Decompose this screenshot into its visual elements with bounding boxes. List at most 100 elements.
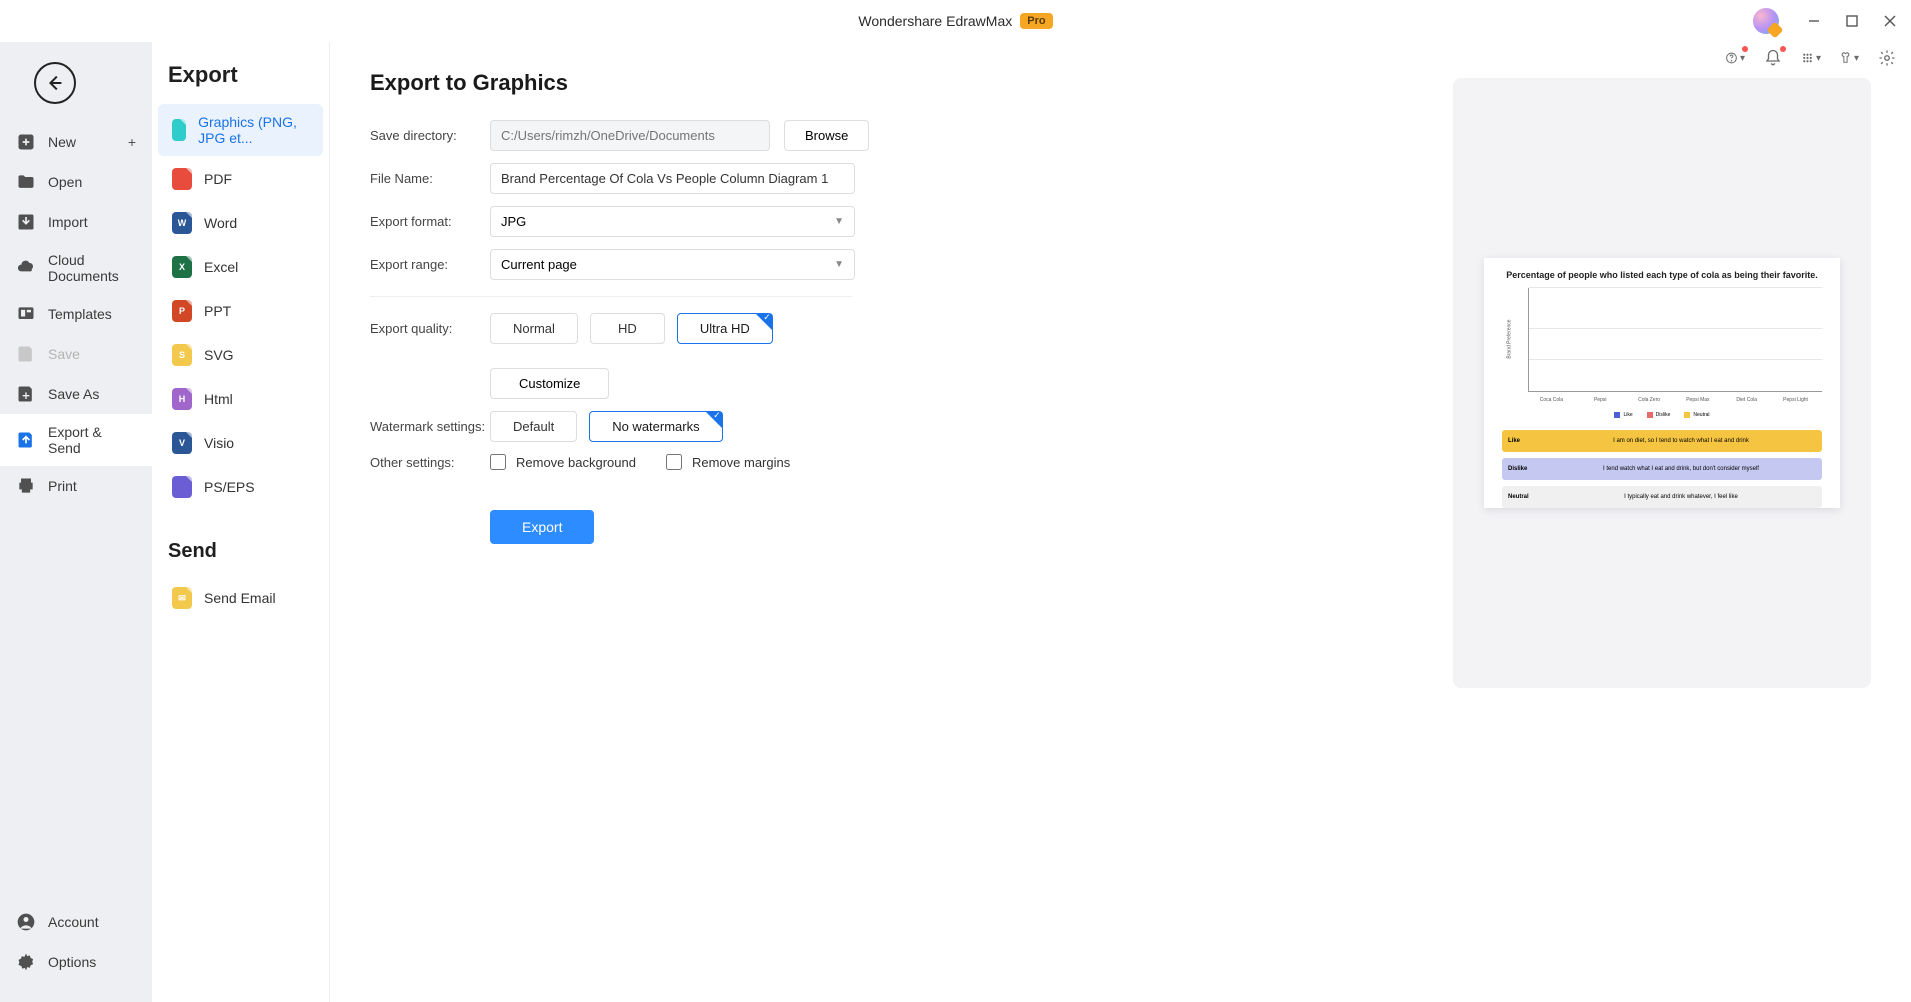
ps-icon xyxy=(172,476,192,498)
save-icon xyxy=(16,344,36,364)
export-html[interactable]: HHtml xyxy=(158,378,323,420)
remove-margins-label: Remove margins xyxy=(692,455,790,470)
window-controls xyxy=(1753,8,1899,34)
range-value: Current page xyxy=(501,257,577,272)
maximize-button[interactable] xyxy=(1843,12,1861,30)
format-label: Export format: xyxy=(370,214,490,229)
nav-label: Options xyxy=(48,954,96,970)
quality-ultra[interactable]: Ultra HD xyxy=(677,313,773,344)
cloud-icon xyxy=(16,258,36,278)
export-label: Visio xyxy=(204,435,234,451)
app-title: Wondershare EdrawMax xyxy=(858,13,1012,29)
pdf-icon xyxy=(172,168,192,190)
nav-label: New xyxy=(48,134,76,150)
browse-button[interactable]: Browse xyxy=(784,120,869,151)
remove-margins-checkbox[interactable]: Remove margins xyxy=(666,454,790,470)
print-icon xyxy=(16,476,36,496)
quality-label: Export quality: xyxy=(370,321,490,336)
minimize-button[interactable] xyxy=(1805,12,1823,30)
plus-square-icon xyxy=(16,132,36,152)
format-select[interactable]: JPG▼ xyxy=(490,206,855,237)
back-button[interactable] xyxy=(34,62,76,104)
export-word[interactable]: W Word xyxy=(158,202,323,244)
other-label: Other settings: xyxy=(370,455,490,470)
nav-label: Templates xyxy=(48,306,112,322)
range-select[interactable]: Current page ▼ xyxy=(490,249,855,280)
svg-icon: S xyxy=(172,344,192,366)
pro-badge: Pro xyxy=(1020,13,1052,29)
chart-legend: LikeDislikeNeutral xyxy=(1502,412,1822,418)
export-excel[interactable]: X Excel xyxy=(158,246,323,288)
watermark-group: Default No watermarks xyxy=(490,411,723,442)
quality-group: Normal HD Ultra HD xyxy=(490,313,773,344)
app-title-group: Wondershare EdrawMax Pro xyxy=(858,13,1052,29)
format-value: JPG xyxy=(501,214,526,229)
remove-margins-input[interactable] xyxy=(666,454,682,470)
export-svg[interactable]: S SVG xyxy=(158,334,323,376)
nav-export-send[interactable]: Export & Send xyxy=(0,414,152,466)
nav-print[interactable]: Print xyxy=(0,466,152,506)
bars-area: Coca ColaPepsiCola ZeroPepsi MaxDiet Col… xyxy=(1528,288,1822,392)
export-label: PS/EPS xyxy=(204,479,255,495)
export-subpanel: Export Graphics (PNG, JPG et... PDF WWor… xyxy=(152,42,330,1002)
nav-bottom: Account Options xyxy=(0,902,152,1002)
customize-button[interactable]: Customize xyxy=(490,368,609,399)
nav-new[interactable]: New + xyxy=(0,122,152,162)
y-axis-label: Brand Preference xyxy=(1507,319,1513,358)
save-dir-label: Save directory: xyxy=(370,128,490,143)
nav-import[interactable]: Import xyxy=(0,202,152,242)
word-icon: W xyxy=(172,212,192,234)
nav-label: Open xyxy=(48,174,82,190)
nav-save-as[interactable]: Save As xyxy=(0,374,152,414)
export-label: Excel xyxy=(204,259,238,275)
avatar[interactable] xyxy=(1753,8,1779,34)
nav-templates[interactable]: Templates xyxy=(0,294,152,334)
info-rows: LikeI am on diet, so I tend to watch wha… xyxy=(1502,430,1822,508)
quality-hd[interactable]: HD xyxy=(590,313,665,344)
export-ps[interactable]: PS/EPS xyxy=(158,466,323,508)
folder-icon xyxy=(16,172,36,192)
html-icon: H xyxy=(172,388,192,410)
main-layout: New + Open Import Cloud Documents Templa… xyxy=(0,42,1911,1002)
send-heading: Send xyxy=(152,510,329,575)
nav-cloud[interactable]: Cloud Documents xyxy=(0,242,152,294)
save-as-icon xyxy=(16,384,36,404)
export-label: SVG xyxy=(204,347,234,363)
chevron-down-icon: ▼ xyxy=(834,259,844,270)
preview-pane: Percentage of people who listed each typ… xyxy=(1453,78,1871,688)
export-graphics[interactable]: Graphics (PNG, JPG et... xyxy=(158,104,323,156)
sidebar-nav: New + Open Import Cloud Documents Templa… xyxy=(0,42,152,1002)
nav-open[interactable]: Open xyxy=(0,162,152,202)
save-dir-input[interactable] xyxy=(490,120,770,151)
remove-bg-input[interactable] xyxy=(490,454,506,470)
new-plus-icon[interactable]: + xyxy=(128,134,136,150)
remove-bg-checkbox[interactable]: Remove background xyxy=(490,454,636,470)
remove-bg-label: Remove background xyxy=(516,455,636,470)
export-label: Word xyxy=(204,215,237,231)
content-area: Export to Graphics Save directory: Brows… xyxy=(330,42,1911,1002)
nav-label: Print xyxy=(48,478,77,494)
filename-label: File Name: xyxy=(370,171,490,186)
export-pdf[interactable]: PDF xyxy=(158,158,323,200)
preview-document: Percentage of people who listed each typ… xyxy=(1484,258,1840,508)
options-gear-icon xyxy=(16,952,36,972)
nav-list: New + Open Import Cloud Documents Templa… xyxy=(0,122,152,902)
send-email[interactable]: ✉Send Email xyxy=(158,577,323,619)
export-icon xyxy=(16,430,36,450)
export-button[interactable]: Export xyxy=(490,510,594,544)
watermark-default[interactable]: Default xyxy=(490,411,577,442)
excel-icon: X xyxy=(172,256,192,278)
quality-normal[interactable]: Normal xyxy=(490,313,578,344)
export-label: PPT xyxy=(204,303,231,319)
mail-icon: ✉ xyxy=(172,587,192,609)
range-label: Export range: xyxy=(370,257,490,272)
nav-options[interactable]: Options xyxy=(0,942,152,982)
nav-account[interactable]: Account xyxy=(0,902,152,942)
close-button[interactable] xyxy=(1881,12,1899,30)
export-ppt[interactable]: PPPT xyxy=(158,290,323,332)
filename-input[interactable] xyxy=(490,163,855,194)
nav-label: Export & Send xyxy=(48,424,136,456)
export-visio[interactable]: VVisio xyxy=(158,422,323,464)
watermark-none[interactable]: No watermarks xyxy=(589,411,722,442)
chart: Brand Preference Coca ColaPepsiCola Zero… xyxy=(1502,288,1822,408)
